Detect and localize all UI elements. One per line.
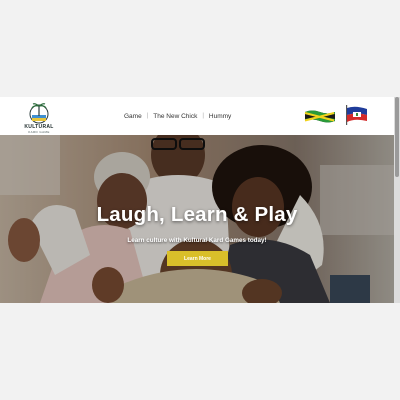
page-scrollbar[interactable] xyxy=(394,97,400,303)
main-nav: Game | The New Chick | Hummy xyxy=(124,112,231,120)
scrollbar-thumb[interactable] xyxy=(395,97,399,177)
jamaica-flag-icon[interactable] xyxy=(304,108,336,124)
nav-link-hummy[interactable]: Hummy xyxy=(209,113,231,120)
nav-separator: | xyxy=(146,113,149,119)
hero-section: Laugh, Learn & Play Learn culture with K… xyxy=(0,135,394,303)
logo-icon xyxy=(29,103,49,124)
browser-bottom-margin xyxy=(0,303,400,400)
hero-subtitle: Learn culture with Kultural Kard Games t… xyxy=(127,237,267,244)
nav-link-the-new-chick[interactable]: The New Chick xyxy=(153,113,197,120)
logo-subtitle: KARD GAME xyxy=(28,130,50,134)
kultural-logo[interactable]: KULTURAL KARD GAME xyxy=(20,100,58,134)
nav-separator: | xyxy=(202,113,204,119)
learn-more-button[interactable]: Learn More xyxy=(167,251,228,266)
hero-title: Laugh, Learn & Play xyxy=(96,203,298,226)
browser-top-margin xyxy=(0,0,400,97)
haiti-flag-icon[interactable] xyxy=(343,105,369,125)
nav-link-game[interactable]: Game xyxy=(124,113,142,120)
